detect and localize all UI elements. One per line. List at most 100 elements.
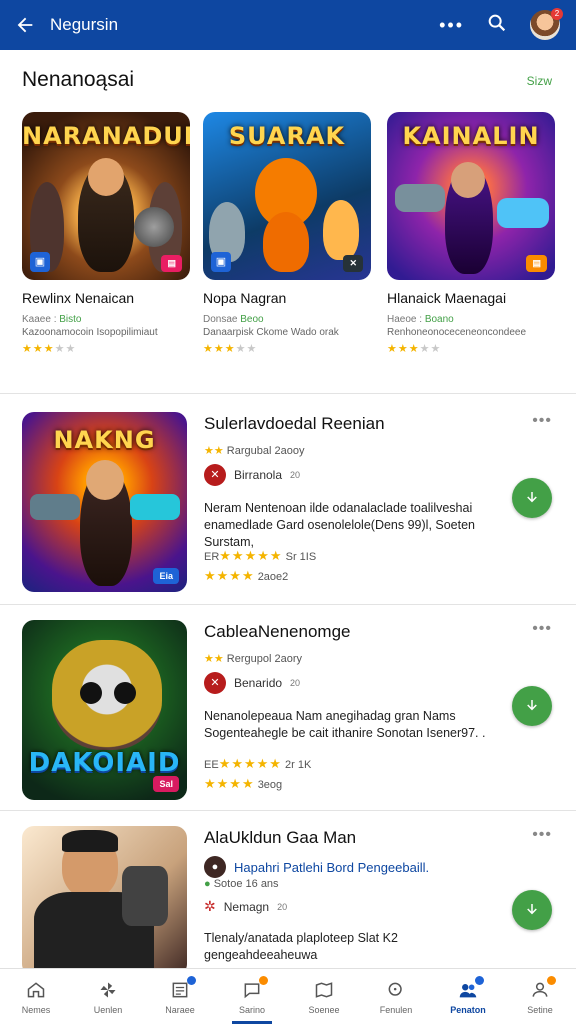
map-icon — [313, 979, 335, 1001]
nav-label: Sarino — [238, 1004, 265, 1015]
page-title: Negursin — [50, 15, 119, 34]
nav-item-news[interactable]: Naraee — [144, 969, 216, 1024]
developer-count: 20 — [290, 470, 301, 480]
developer-name: Birranola — [234, 468, 283, 482]
back-button[interactable] — [0, 0, 50, 50]
artwork-title: SUARAK — [228, 122, 346, 150]
game-tag: ▤ — [161, 255, 182, 272]
download-button[interactable] — [512, 686, 552, 726]
list-item[interactable]: AlaUkldun Gaa Man ••• ● Hapahri Patlehi … — [0, 812, 576, 968]
game-description: Neram Nentenoan ilde odanalaclade toalil… — [204, 501, 476, 549]
game-name: Nopa Nagran — [203, 290, 287, 306]
download-button[interactable] — [512, 890, 552, 930]
notification-dot — [475, 975, 484, 985]
nav-label: Fenulen — [379, 1004, 413, 1015]
featured-card[interactable]: KAINALIN ▤ Hlanaick Maenagai Haeoe : Boa… — [387, 112, 555, 355]
meta-label: Donsae — [203, 314, 238, 325]
rating-value: 2aooy — [274, 445, 305, 457]
app-store-icon: ▣ — [211, 252, 231, 272]
game-artwork — [22, 826, 187, 968]
nav-item-people[interactable]: Penaton — [432, 969, 504, 1024]
meta-label: Haeoe : — [387, 314, 423, 325]
see-all-link[interactable]: Sizw — [527, 74, 552, 88]
featured-section: Nenanoąsai Sizw NARANADUN ▣ ▤ Rewlinx Ne… — [0, 52, 576, 392]
user-avatar[interactable]: 2 — [530, 8, 563, 40]
game-artwork: DAKOIAID Sal — [22, 620, 187, 800]
nav-item-pinwheel[interactable]: Uenlen — [72, 969, 144, 1024]
rating-date: 3eog — [257, 779, 283, 791]
game-name: Hlanaick Maenagai — [387, 290, 507, 306]
game-tag: ▤ — [526, 255, 547, 272]
game-artwork: KAINALIN ▤ — [387, 112, 555, 280]
profile-icon — [529, 975, 556, 1001]
bottom-navigation: Nemes Uenlen Naraee Sarino Soenee Fenule… — [0, 968, 576, 1024]
meta-value: Boano — [424, 314, 454, 325]
game-description: Kazoonamocoin Isopopilimiaut — [22, 327, 158, 338]
nav-label: Naraee — [165, 1004, 195, 1015]
arrow-left-icon — [17, 17, 33, 33]
game-tag: Eia — [153, 568, 179, 584]
more-options-button[interactable]: ••• — [532, 412, 552, 430]
artwork-title: NARANADUN — [22, 122, 190, 150]
star-rating: ★★★★ — [204, 568, 255, 583]
home-icon — [25, 979, 47, 1001]
developer-icon: ✲ — [204, 898, 216, 914]
list-divider — [0, 810, 576, 811]
game-tag: ✕ — [343, 255, 363, 272]
status-dot-icon: ● — [204, 878, 211, 890]
developer-count: 20 — [290, 678, 301, 688]
nav-item-home[interactable]: Nemes — [0, 969, 72, 1024]
meta-value: Bisto — [59, 314, 82, 325]
game-description: Nenanolepeaua Nam anegihadag gran Nams S… — [204, 709, 486, 740]
nav-label: Setine — [527, 1004, 553, 1015]
search-icon — [385, 979, 407, 1001]
rating-count: Sr 1IS — [285, 551, 317, 563]
nav-item-profile[interactable]: Setine — [504, 969, 576, 1024]
game-title: AlaUkldun Gaa Man — [204, 828, 357, 847]
meta-label: Kaaee : — [22, 314, 57, 325]
nav-item-search[interactable]: Fenulen — [360, 969, 432, 1024]
more-options-button[interactable]: ••• — [532, 620, 552, 638]
featured-card[interactable]: SUARAK ▣ ✕ Nopa Nagran Donsae Beoo Danaa… — [203, 112, 371, 355]
star-rating: ★★★★★ — [387, 343, 442, 355]
list-item[interactable]: NAKNG Eia Sulerlavdoedal Reenian ••• ★★ … — [0, 398, 576, 603]
section-divider — [0, 393, 576, 394]
featured-card[interactable]: NARANADUN ▣ ▤ Rewlinx Nenaican Kaaee : B… — [22, 112, 190, 355]
star-rating: ★★★★ — [204, 776, 255, 791]
nav-item-chat[interactable]: Sarino — [216, 969, 288, 1024]
list-item[interactable]: DAKOIAID Sal CableaNenenomge ••• ★★ Rerg… — [0, 606, 576, 811]
star-rating: ★★★★★ — [203, 343, 258, 355]
age-rating: Sotoe 16 ans — [213, 878, 279, 890]
star-icon: ★★ — [204, 445, 224, 457]
rating-prefix: ER — [204, 551, 220, 563]
game-name: Rewlinx Nenaican — [22, 290, 135, 306]
search-button[interactable] — [486, 12, 508, 39]
game-artwork: NARANADUN ▣ ▤ — [22, 112, 190, 280]
game-description: Tlenaly/anatada plaploteep Slat K2 genge… — [204, 931, 398, 962]
download-arrow-icon — [527, 492, 537, 503]
more-options-button[interactable]: ••• — [532, 826, 552, 844]
more-options-button[interactable]: ••• — [439, 15, 464, 36]
rating-label: Rargubal — [226, 445, 272, 457]
game-description: Renhoneonoceceneoncondeee — [387, 327, 527, 338]
star-rating: ★★★★★ — [22, 343, 77, 355]
nav-label: Nemes — [21, 1004, 51, 1015]
game-artwork: SUARAK ▣ ✕ — [203, 112, 371, 280]
publisher-avatar: ● — [204, 856, 226, 878]
nav-item-map[interactable]: Soenee — [288, 969, 360, 1024]
notification-dot — [547, 975, 556, 985]
artwork-title: NAKNG — [53, 426, 156, 454]
star-rating: ★★★★★ — [219, 548, 283, 563]
news-icon — [169, 975, 196, 1001]
download-arrow-icon — [527, 904, 537, 915]
download-button[interactable] — [512, 478, 552, 518]
notification-dot — [259, 975, 268, 985]
game-title: CableaNenenomge — [204, 622, 351, 641]
rating-value: 2aory — [274, 653, 303, 665]
meta-value: Beoo — [240, 314, 264, 325]
section-heading: Nenanoąsai — [22, 68, 135, 91]
app-store-icon: ▣ — [30, 252, 50, 272]
publisher-name: Hapahri Patlehi Bord Pengeebaill. — [234, 859, 430, 875]
developer-count: 20 — [277, 901, 288, 912]
game-tag: Sal — [153, 776, 179, 792]
